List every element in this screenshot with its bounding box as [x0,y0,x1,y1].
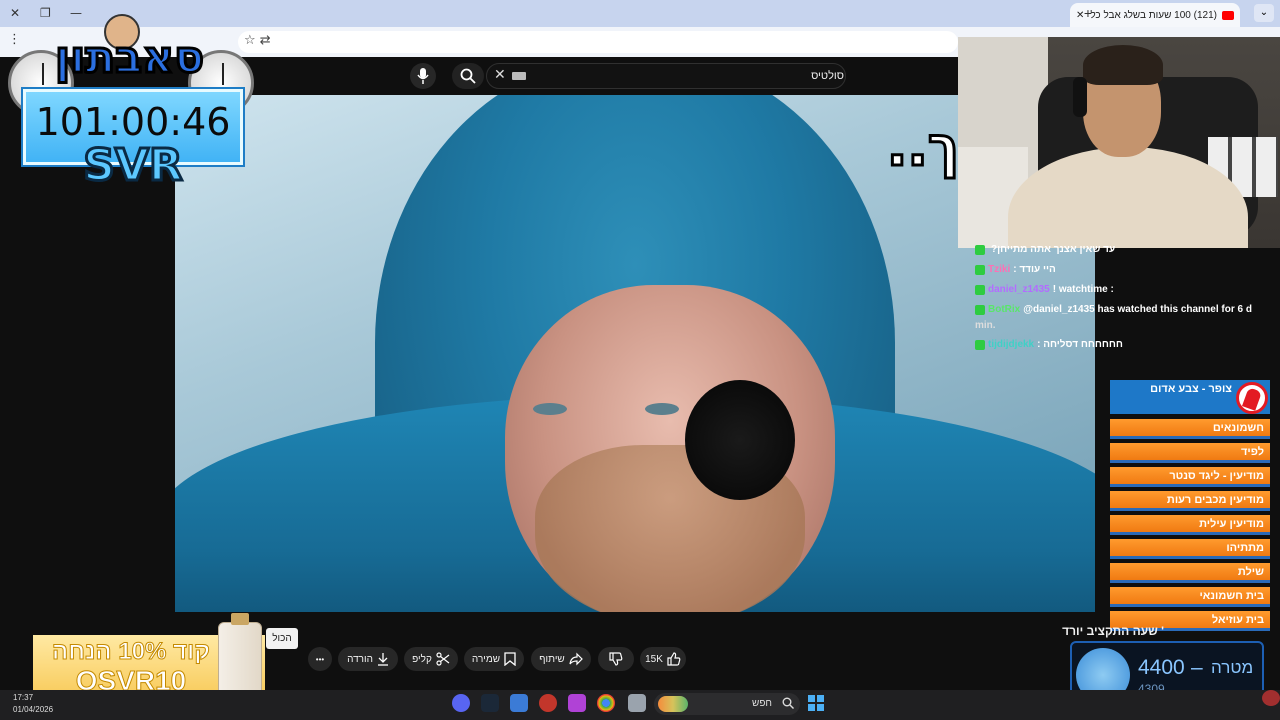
save-label: שמירה [471,653,501,665]
subathon-title: סאבתון [53,31,205,85]
webcam-streamer-hair [1083,45,1163,85]
youtube-favicon-icon [1222,10,1234,20]
chat-username: tijdijdjekk [988,339,1035,350]
alert-panel-title: צופר - צבע אדום [1150,383,1232,395]
share-label: שיתוף [539,653,565,665]
share-icon [569,652,583,666]
search-button[interactable] [452,63,484,89]
goal-separator: – [1191,656,1203,679]
like-button[interactable]: 15K [640,647,686,671]
save-button[interactable]: שמירה [464,647,524,671]
steam-icon[interactable] [481,694,499,712]
search-query: סולטיס [811,70,844,82]
keyboard-icon[interactable] [512,72,526,80]
thumbs-up-icon [667,652,681,666]
chat-message: Tziki : היי עודד [975,264,1280,275]
chat-message: tijdijdjekk : חחחחחח דסליחה [975,339,1280,350]
chat-badge-icon [975,264,985,275]
windows-start-icon[interactable] [808,695,824,711]
mic-app-icon[interactable] [539,694,557,712]
goal-target-value: 4400 [1138,656,1185,679]
browser-menu-icon[interactable]: ⋮ [8,32,21,47]
alert-location: שילת [1110,563,1270,583]
clip-label: קליפ [412,653,432,665]
chat-badge-icon [975,339,985,350]
streamer-webcam [958,37,1280,248]
clock-time: 17:37 [13,693,34,702]
clip-button[interactable]: קליפ [404,647,458,671]
search-highlight-icon [658,696,688,712]
voice-search-button[interactable] [410,63,436,89]
alert-location: מודיעין מכבים רעות [1110,491,1270,511]
chrome-icon[interactable] [597,694,615,712]
like-count: 15K [645,653,663,665]
task-view-icon[interactable] [628,694,646,712]
address-bar[interactable] [238,31,958,53]
share-button[interactable]: שיתוף [531,647,591,671]
tab-search-menu-button[interactable]: ⌄ [1254,4,1274,22]
video-frame-eye [645,403,679,415]
more-icon: ••• [315,654,325,664]
clear-search-icon[interactable]: ✕ [494,66,506,83]
chat-badge-icon [975,304,985,315]
taskbar-search-label: חפש [752,698,772,709]
bookmark-star-icon[interactable]: ☆ ⇄ [244,33,271,48]
chat-text: : היי עודד [1013,264,1056,275]
red-alert-logo-icon [1236,382,1268,414]
restore-window-icon[interactable]: ❐ [40,6,51,20]
alert-location: מודיעין - ליגד סנטר [1110,467,1270,487]
close-window-icon[interactable]: ✕ [10,6,20,20]
clock-date: 01/04/2026 [13,705,54,714]
more-actions-button[interactable]: ••• [308,647,332,671]
browser-tab-youtube[interactable]: ✕ (121) 100 שעות בשלג אבל כל ש [1070,3,1240,27]
stream-chat: ?עד שאין אצנך אתה מתייחן Tziki : היי עוד… [975,244,1280,360]
chat-username: daniel_z1435 [988,284,1050,295]
alert-location: בית חשמונאי [1110,587,1270,607]
alert-location: לפיד [1110,443,1270,463]
notification-icon[interactable] [1262,690,1280,706]
subathon-timer: 101:00:46 [35,100,231,144]
alert-location: מתתיהו [1110,539,1270,559]
search-input[interactable] [486,63,846,89]
minimize-window-icon[interactable]: — [70,6,82,20]
thumbs-down-icon [609,652,623,666]
channel-tag: SVR [82,139,185,193]
chat-text: @daniel_z1435 has watched this channel f… [1023,304,1252,315]
download-label: הורדה [347,653,373,665]
chat-text: : חחחחחח דסליחה [1037,339,1123,350]
chat-badge-icon [975,284,985,295]
tab-title: (121) 100 שעות בשלג אבל כל ש [1089,9,1217,21]
chat-username: BotRix [988,304,1021,315]
microphone-icon [417,68,429,84]
tooltip: הכול [266,628,298,649]
bookmark-icon [504,652,516,666]
search-icon [460,68,476,84]
download-icon [377,653,388,666]
chat-message: ?עד שאין אצנך אתה מתייחן [975,244,1280,255]
chat-badge-icon [975,244,985,255]
chat-text: ! watchtime : [1052,284,1114,295]
search-icon [782,697,794,709]
promo-discount-text: קוד 10% הנחה [52,638,211,666]
chat-message-continuation: min. [975,320,1280,331]
chat-message: BotRix @daniel_z1435 has watched this ch… [975,304,1280,315]
chat-username: Tziki [988,264,1011,275]
alert-location: חשמונאים [1110,419,1270,439]
new-tab-button[interactable]: + [1084,5,1092,21]
notepad-icon[interactable] [510,694,528,712]
dislike-button[interactable] [598,647,634,671]
scissors-icon [436,652,450,666]
discord-icon[interactable] [452,694,470,712]
video-title: ' שעה התקציב יורד [1062,624,1164,638]
video-frame-mic-windscreen [685,380,795,500]
chat-text: ?עד שאין אצנך אתה מתייחן [991,244,1116,255]
download-button[interactable]: הורדה [338,647,398,671]
alert-location: מודיעין עילית [1110,515,1270,535]
headphones-icon [1073,77,1087,117]
chat-message: daniel_z1435 ! watchtime : [975,284,1280,295]
obs-icon[interactable] [568,694,586,712]
chat-text: min. [975,320,996,331]
goal-label: מטרה [1211,658,1254,677]
video-frame-eye [533,403,567,415]
